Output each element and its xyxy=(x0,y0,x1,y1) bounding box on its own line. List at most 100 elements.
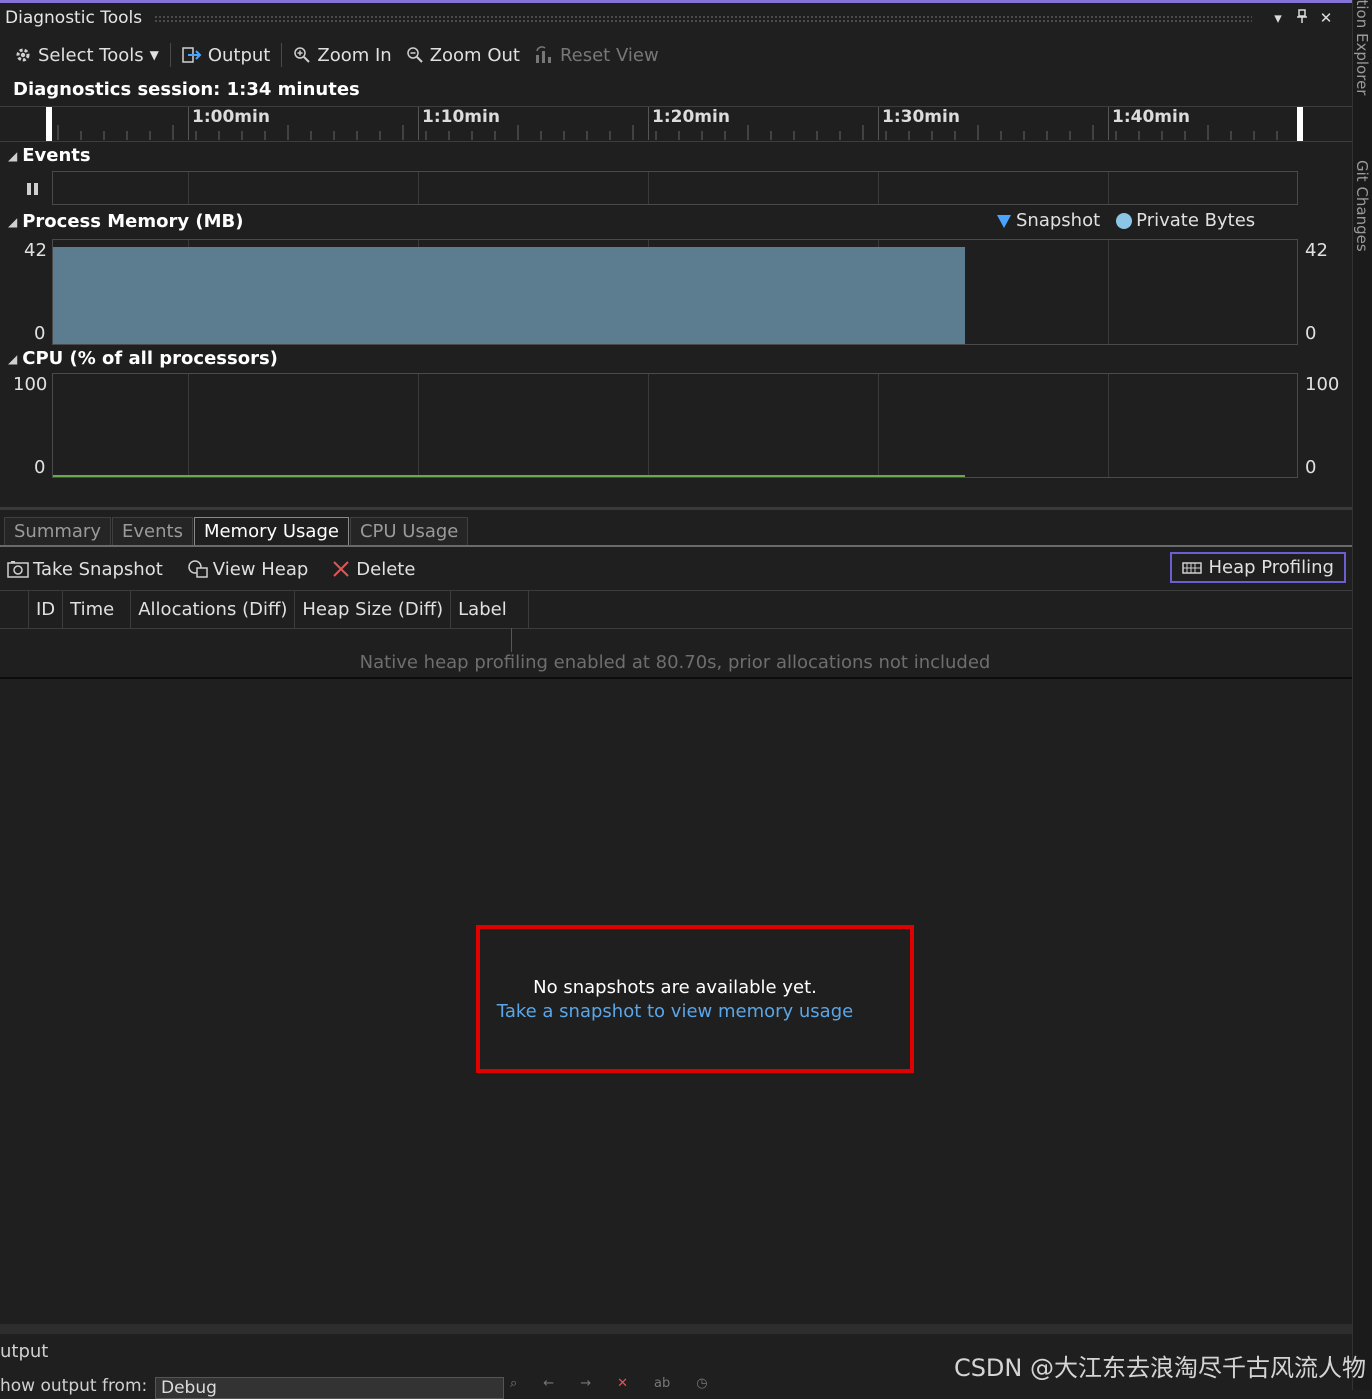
zoom-in-button[interactable]: Zoom In xyxy=(286,45,398,66)
timeline-ruler[interactable]: 1:00min 1:10min 1:20min 1:30min 1:40min xyxy=(0,106,1352,142)
zoom-in-label: Zoom In xyxy=(317,44,392,66)
take-snapshot-link[interactable]: Take a snapshot to view memory usage xyxy=(480,1001,870,1022)
title-grip[interactable] xyxy=(154,14,1252,22)
events-section-header[interactable]: ◢ Events xyxy=(8,145,91,166)
take-snapshot-button[interactable]: Take Snapshot xyxy=(0,559,170,580)
memory-legend: Snapshot Private Bytes xyxy=(996,210,1255,231)
reset-view-button[interactable]: Reset View xyxy=(527,45,666,66)
side-tool-strip: ution Explorer Git Changes xyxy=(1352,0,1372,1390)
tab-events[interactable]: Events xyxy=(112,517,193,546)
output-label: Output xyxy=(207,44,271,66)
delete-icon xyxy=(333,561,350,577)
window-title: Diagnostic Tools xyxy=(5,8,143,28)
delete-button[interactable]: Delete xyxy=(325,559,422,580)
next-icon[interactable]: → xyxy=(580,1376,591,1391)
memory-section-header[interactable]: ◢ Process Memory (MB) xyxy=(8,211,243,232)
highlight-box xyxy=(476,925,914,1073)
memory-y-max-right: 42 xyxy=(1305,240,1328,261)
select-tools-button[interactable]: Select Tools ▼ xyxy=(0,45,166,66)
main-toolbar: Select Tools ▼ Output Zoom In Zoom Out R… xyxy=(0,38,1352,72)
window-dropdown-icon[interactable]: ▾ xyxy=(1266,9,1290,27)
watermark: CSDN @大江东去浪淘尽千古风流人物 xyxy=(953,1354,1366,1382)
clear-all-icon[interactable]: ✕ xyxy=(617,1376,628,1391)
solution-explorer-tab[interactable]: ution Explorer xyxy=(1353,0,1371,95)
column-label[interactable]: Label xyxy=(451,591,529,628)
timeline-end-handle[interactable] xyxy=(1297,107,1303,141)
camera-icon xyxy=(7,561,29,578)
reset-view-icon xyxy=(535,46,551,63)
column-id[interactable]: ID xyxy=(29,591,64,628)
output-toolbar-icons: ⌕ ← → ✕ ab ◷ xyxy=(510,1376,770,1391)
heap-profiling-note: Native heap profiling enabled at 80.70s,… xyxy=(359,652,991,673)
gear-icon xyxy=(16,48,30,62)
collapse-triangle-icon[interactable]: ◢ xyxy=(8,149,17,163)
memory-toolbar: Take Snapshot View Heap Delete xyxy=(0,553,1352,585)
zoom-out-icon xyxy=(406,47,423,63)
close-icon[interactable]: ✕ xyxy=(1314,9,1338,27)
cpu-y-min-left: 0 xyxy=(34,457,46,478)
column-heap-size[interactable]: Heap Size (Diff) xyxy=(295,591,452,628)
take-snapshot-label: Take Snapshot xyxy=(33,558,163,580)
toolbar-separator xyxy=(281,43,283,67)
cpu-y-min-right: 0 xyxy=(1305,457,1317,478)
column-resize-line xyxy=(511,628,512,652)
ruler-label: 1:00min xyxy=(188,107,270,140)
output-panel-title: utput xyxy=(0,1341,49,1362)
events-track[interactable] xyxy=(52,171,1298,205)
cpu-graph[interactable] xyxy=(52,373,1298,478)
ruler-label: 1:10min xyxy=(418,107,500,140)
cpu-y-max-right: 100 xyxy=(1305,374,1340,395)
output-source-dropdown[interactable]: Debug xyxy=(155,1377,504,1399)
snapshot-table-header: ID Time Allocations (Diff) Heap Size (Di… xyxy=(0,590,1352,629)
snapshot-legend-icon xyxy=(997,214,1011,228)
find-icon[interactable]: ⌕ xyxy=(510,1376,517,1391)
cpu-usage-line xyxy=(53,475,965,477)
heap-profiling-button[interactable]: Heap Profiling xyxy=(1170,552,1346,583)
delete-label: Delete xyxy=(356,558,416,580)
ruler-label: 1:30min xyxy=(878,107,960,140)
output-icon xyxy=(182,47,202,63)
timeline-start-handle[interactable] xyxy=(46,107,52,141)
cpu-y-max-left: 100 xyxy=(13,374,48,395)
zoom-in-icon xyxy=(294,47,311,63)
row-indicator-column xyxy=(0,591,29,628)
heap-profiling-label: Heap Profiling xyxy=(1208,557,1334,578)
tab-cpu-usage[interactable]: CPU Usage xyxy=(349,517,469,546)
select-tools-label: Select Tools xyxy=(38,44,144,66)
reset-view-label: Reset View xyxy=(559,44,659,66)
private-bytes-legend-icon xyxy=(1116,212,1133,229)
empty-state-message: No snapshots are available yet. xyxy=(533,977,817,998)
git-changes-tab[interactable]: Git Changes xyxy=(1353,160,1371,252)
pause-icon[interactable] xyxy=(26,182,40,196)
cpu-section-header[interactable]: ◢ CPU (% of all processors) xyxy=(8,348,278,369)
column-allocations[interactable]: Allocations (Diff) xyxy=(131,591,296,628)
tab-summary[interactable]: Summary xyxy=(4,517,111,546)
pin-icon[interactable] xyxy=(1290,9,1314,27)
legend-snapshot: Snapshot xyxy=(1016,210,1101,231)
private-bytes-area xyxy=(53,247,965,344)
memory-graph[interactable] xyxy=(52,239,1298,345)
memory-title: Process Memory (MB) xyxy=(22,211,244,232)
panel-splitter[interactable] xyxy=(0,507,1352,510)
legend-private-bytes: Private Bytes xyxy=(1136,210,1256,231)
toolbar-separator xyxy=(169,43,171,67)
clock-icon[interactable]: ◷ xyxy=(696,1376,707,1391)
column-time[interactable]: Time xyxy=(63,591,132,628)
session-duration: Diagnostics session: 1:34 minutes xyxy=(13,79,360,100)
prev-icon[interactable]: ← xyxy=(543,1376,554,1391)
show-output-from-label: how output from: xyxy=(0,1376,148,1396)
zoom-out-button[interactable]: Zoom Out xyxy=(399,45,527,66)
memory-y-min-left: 0 xyxy=(34,323,46,344)
output-button[interactable]: Output xyxy=(175,45,278,66)
tab-memory-usage[interactable]: Memory Usage xyxy=(193,517,349,546)
zoom-out-label: Zoom Out xyxy=(429,44,520,66)
collapse-triangle-icon[interactable]: ◢ xyxy=(8,352,17,366)
output-panel-splitter[interactable] xyxy=(0,1324,1352,1334)
collapse-triangle-icon[interactable]: ◢ xyxy=(8,215,17,229)
memory-y-max-left: 42 xyxy=(24,240,47,261)
view-heap-label: View Heap xyxy=(212,558,309,580)
view-heap-button[interactable]: View Heap xyxy=(180,559,316,580)
memory-y-min-right: 0 xyxy=(1305,323,1317,344)
word-wrap-icon[interactable]: ab xyxy=(654,1376,670,1391)
events-title: Events xyxy=(22,145,91,166)
